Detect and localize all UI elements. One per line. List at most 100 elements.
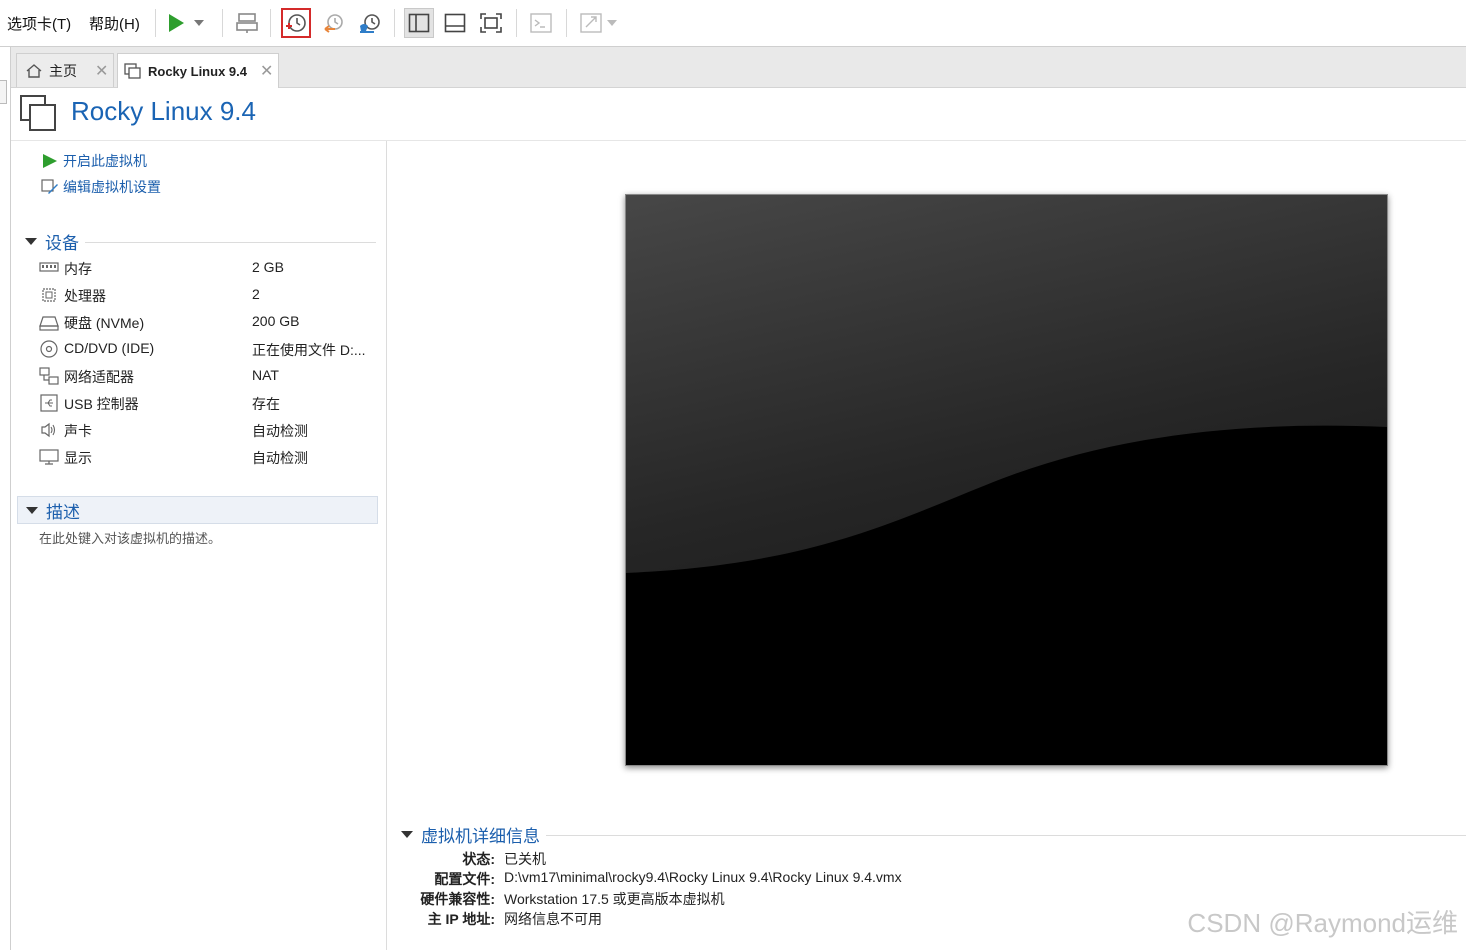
take-snapshot-button[interactable]: [281, 8, 311, 38]
detail-value: D:\vm17\minimal\rocky9.4\Rocky Linux 9.4…: [504, 869, 902, 885]
detail-row-state: 状态: 已关机: [387, 849, 1466, 869]
tab-rocky-linux[interactable]: Rocky Linux 9.4 ✕: [117, 53, 279, 88]
power-dropdown-button[interactable]: [191, 8, 207, 38]
collapse-triangle-icon[interactable]: [401, 830, 413, 838]
menu-tabs[interactable]: 选项卡(T): [7, 13, 71, 34]
sidebar-layout-icon: [408, 13, 430, 33]
description-section-label: 描述: [46, 502, 80, 522]
tab-bar: 主页 ✕ Rocky Linux 9.4 ✕: [11, 47, 1466, 88]
device-value: 存在: [252, 396, 280, 412]
detail-key: 配置文件:: [434, 871, 495, 887]
library-expand-handle[interactable]: [0, 80, 7, 104]
show-thumbnail-bar-button[interactable]: [440, 8, 470, 38]
device-row-sound[interactable]: 声卡 自动检测: [39, 420, 379, 440]
detail-value: 已关机: [504, 851, 546, 867]
device-name: USB 控制器: [64, 396, 139, 412]
vm-icon: [124, 63, 141, 79]
tab-rocky-linux-label: Rocky Linux 9.4: [148, 63, 247, 79]
library-collapsed-strip[interactable]: [0, 47, 11, 950]
devices-section-label: 设备: [45, 233, 79, 253]
toolbar: 选项卡(T) 帮助(H): [0, 0, 1466, 47]
stretch-dropdown-button[interactable]: [605, 8, 619, 38]
vm-thumbnail-image: [626, 195, 1387, 765]
device-value: 正在使用文件 D:...: [252, 342, 366, 358]
edit-settings-label: 编辑虚拟机设置: [63, 179, 161, 195]
device-name: 硬盘 (NVMe): [64, 315, 145, 331]
detail-key: 主 IP 地址:: [427, 911, 495, 927]
devices-section-header[interactable]: 设备: [23, 230, 376, 253]
description-input[interactable]: 在此处键入对该虚拟机的描述。: [39, 528, 221, 547]
toolbar-separator: [155, 9, 156, 37]
revert-snapshot-button[interactable]: [319, 8, 349, 38]
vm-preview-panel: 虚拟机详细信息 状态: 已关机 配置文件: D:\vm17\minimal\ro…: [387, 141, 1466, 950]
console-view-button[interactable]: [526, 8, 556, 38]
device-name: 内存: [64, 261, 92, 277]
device-row-network[interactable]: 网络适配器 NAT: [39, 366, 379, 386]
show-library-button[interactable]: [404, 8, 434, 38]
toolbar-separator: [394, 9, 395, 37]
vm-summary-panel: 开启此虚拟机 编辑虚拟机设置 设备 内存 2 GB 处理器 2 硬盘 (NVMe…: [11, 141, 387, 950]
device-name: CD/DVD (IDE): [64, 340, 155, 356]
edit-settings-link[interactable]: 编辑虚拟机设置: [41, 177, 161, 197]
power-on-link[interactable]: 开启此虚拟机: [41, 151, 147, 171]
device-value: 200 GB: [252, 313, 300, 329]
page-title: Rocky Linux 9.4: [71, 96, 256, 126]
toolbar-separator: [516, 9, 517, 37]
collapse-triangle-icon[interactable]: [25, 237, 37, 245]
chevron-down-icon: [607, 20, 617, 26]
snapshot-manager-icon: [360, 14, 380, 33]
fullscreen-icon: [480, 13, 502, 33]
play-icon: [169, 14, 184, 32]
cd-dvd-icon: [40, 340, 58, 358]
close-icon[interactable]: ✕: [260, 61, 273, 81]
vm-large-icon: [20, 95, 56, 131]
device-row-display[interactable]: 显示 自动检测: [39, 447, 379, 467]
divider: [546, 835, 1466, 836]
stretch-icon: [580, 13, 602, 33]
device-row-cd-dvd[interactable]: CD/DVD (IDE) 正在使用文件 D:...: [39, 339, 379, 359]
tab-home-label: 主页: [49, 62, 77, 79]
collapse-triangle-icon[interactable]: [26, 506, 38, 514]
fullscreen-button[interactable]: [476, 8, 506, 38]
power-on-button[interactable]: [164, 8, 188, 38]
send-ctrl-alt-del-button[interactable]: [232, 8, 262, 38]
memory-icon: [39, 262, 59, 272]
device-value: 2 GB: [252, 259, 284, 275]
details-section-label: 虚拟机详细信息: [421, 826, 540, 846]
network-send-icon: [236, 13, 258, 33]
tab-home[interactable]: 主页 ✕: [16, 53, 114, 87]
device-row-memory[interactable]: 内存 2 GB: [39, 258, 379, 278]
play-icon: [43, 154, 57, 168]
close-icon[interactable]: ✕: [95, 61, 108, 81]
device-name: 显示: [64, 450, 92, 466]
detail-value: Workstation 17.5 或更高版本虚拟机: [504, 891, 725, 907]
detail-key: 状态:: [462, 851, 495, 867]
detail-row-config-file: 配置文件: D:\vm17\minimal\rocky9.4\Rocky Lin…: [387, 869, 1466, 889]
usb-icon: [40, 394, 58, 412]
detail-value: 网络信息不可用: [504, 911, 602, 927]
watermark: CSDN @Raymond运维: [1187, 908, 1458, 938]
vm-screen-preview[interactable]: [625, 194, 1388, 766]
device-value: 2: [252, 286, 260, 302]
edit-settings-icon: [41, 179, 58, 194]
power-on-label: 开启此虚拟机: [63, 153, 147, 169]
device-value: 自动检测: [252, 450, 308, 466]
divider: [85, 242, 376, 243]
snapshot-manager-button[interactable]: [355, 8, 385, 38]
description-section-header[interactable]: 描述: [17, 496, 378, 524]
details-section-header[interactable]: 虚拟机详细信息: [401, 823, 1466, 846]
device-row-processor[interactable]: 处理器 2: [39, 285, 379, 305]
home-icon: [26, 63, 42, 78]
detail-key: 硬件兼容性:: [420, 891, 495, 907]
device-row-harddisk[interactable]: 硬盘 (NVMe) 200 GB: [39, 312, 379, 332]
toolbar-separator: [566, 9, 567, 37]
network-icon: [39, 367, 59, 385]
chevron-down-icon: [194, 20, 204, 26]
device-value: NAT: [252, 367, 279, 383]
cpu-icon: [42, 288, 56, 302]
stretch-guest-button[interactable]: [576, 8, 606, 38]
harddisk-icon: [39, 316, 59, 331]
toolbar-separator: [222, 9, 223, 37]
device-row-usb[interactable]: USB 控制器 存在: [39, 393, 379, 413]
menu-help[interactable]: 帮助(H): [89, 13, 140, 34]
